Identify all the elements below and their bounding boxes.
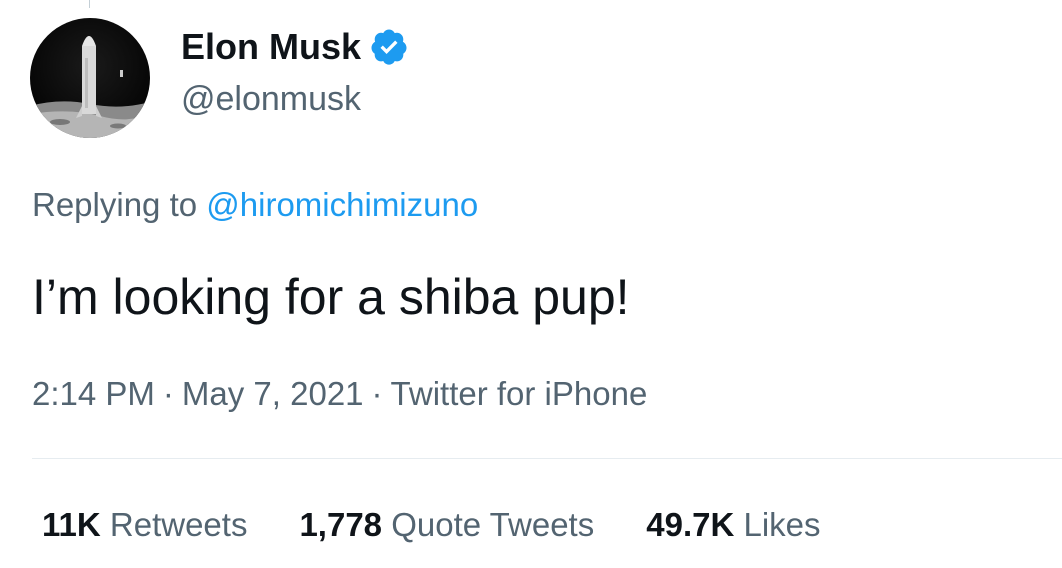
starship-avatar-image	[30, 18, 150, 138]
retweets-label: Retweets	[109, 506, 248, 543]
meta-separator: ·	[162, 375, 174, 412]
quote-tweets-label: Quote Tweets	[391, 506, 595, 543]
avatar[interactable]	[30, 18, 150, 138]
tweet-metadata: 2:14 PM · May 7, 2021 · Twitter for iPhone	[32, 375, 647, 413]
tweet-time[interactable]: 2:14 PM	[32, 375, 155, 412]
tweet-date[interactable]: May 7, 2021	[182, 375, 364, 412]
retweets-stat[interactable]: 11K Retweets	[42, 506, 247, 544]
author-handle[interactable]: @elonmusk	[181, 80, 361, 119]
likes-label: Likes	[743, 506, 821, 543]
quote-tweets-stat[interactable]: 1,778 Quote Tweets	[299, 506, 594, 544]
thread-connector	[89, 0, 90, 8]
likes-count: 49.7K	[646, 506, 735, 543]
replying-to-label: Replying to	[32, 186, 198, 223]
engagement-stats: 11K Retweets 1,778 Quote Tweets 49.7K Li…	[42, 506, 873, 544]
verified-badge-icon	[369, 27, 409, 67]
author-name[interactable]: Elon Musk	[181, 26, 409, 68]
tweet-card: Elon Musk @elonmusk Replying to @hiromic…	[0, 0, 1062, 568]
retweets-count: 11K	[42, 506, 101, 543]
meta-separator: ·	[371, 375, 383, 412]
reply-mention-link[interactable]: @hiromichimizuno	[206, 186, 478, 223]
replying-to: Replying to @hiromichimizuno	[32, 186, 478, 224]
tweet-text: I’m looking for a shiba pup!	[32, 269, 630, 325]
quote-tweets-count: 1,778	[299, 506, 383, 543]
likes-stat[interactable]: 49.7K Likes	[646, 506, 820, 544]
tweet-source-link[interactable]: Twitter for iPhone	[391, 375, 648, 412]
divider	[32, 458, 1062, 459]
author-name-text: Elon Musk	[181, 26, 362, 67]
